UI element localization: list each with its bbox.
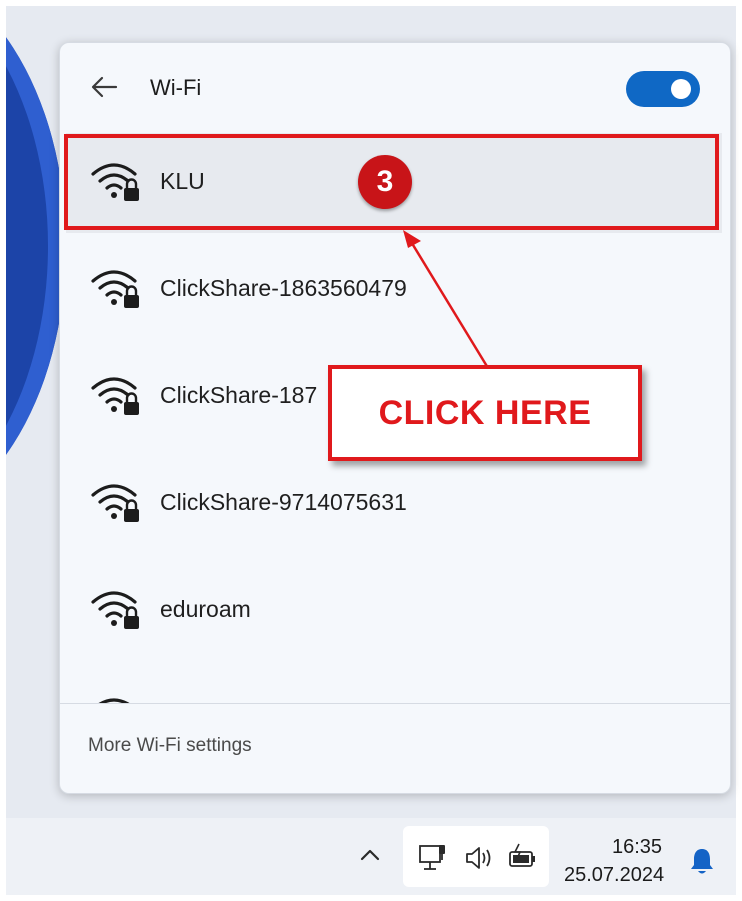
clock-time[interactable]: 16:35 (612, 836, 662, 859)
wifi-secured-icon (91, 484, 139, 522)
wifi-secured-icon (91, 591, 139, 629)
network-item[interactable]: KLU_Event_Wi-Fi (66, 668, 722, 703)
volume-icon (466, 847, 491, 869)
chevron-up-icon[interactable] (358, 844, 382, 866)
wifi-secured-icon (91, 270, 139, 308)
step-badge: 3 (358, 155, 412, 209)
bell-icon[interactable] (689, 846, 715, 876)
battery-icon (509, 843, 535, 867)
taskbar: 16:35 25.07.2024 (6, 818, 736, 895)
toggle-knob (671, 79, 691, 99)
network-name: ClickShare-1863560479 (160, 275, 407, 301)
more-wifi-settings-link[interactable]: More Wi-Fi settings (88, 735, 252, 757)
network-item[interactable]: ClickShare-9714075631 (66, 454, 722, 554)
clock-date[interactable]: 25.07.2024 (564, 864, 664, 887)
network-name: eduroam (160, 596, 251, 622)
divider (60, 703, 730, 704)
wifi-toggle[interactable] (626, 71, 700, 107)
back-arrow-icon[interactable] (90, 75, 118, 99)
wallpaper (6, 6, 66, 526)
quick-settings-button[interactable] (403, 826, 549, 887)
screenshot-frame: Wi-Fi KLU ClickShare-1863560479 ClickShare… (0, 0, 742, 901)
callout-box: CLICK HERE (328, 365, 642, 461)
network-item[interactable]: ClickShare-1863560479 (66, 240, 722, 340)
page-title: Wi-Fi (150, 75, 202, 100)
network-item[interactable]: eduroam (66, 561, 722, 661)
wifi-secured-icon (98, 698, 130, 703)
network-name: ClickShare-187 (160, 382, 318, 408)
network-icon (419, 845, 445, 870)
wifi-secured-icon (91, 377, 139, 415)
flyout-header: Wi-Fi (60, 43, 730, 131)
callout-text: CLICK HERE (378, 393, 592, 432)
network-name: ClickShare-9714075631 (160, 489, 407, 515)
